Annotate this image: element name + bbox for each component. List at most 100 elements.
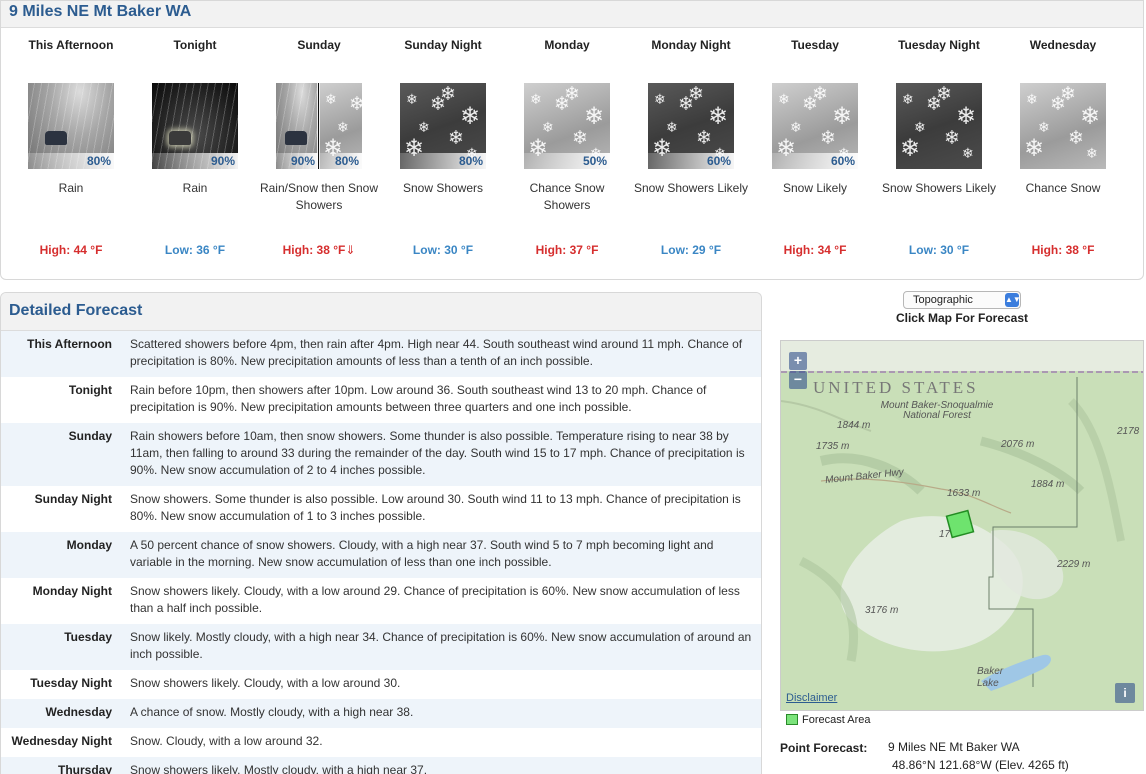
- detailed-period-text: Snow likely. Mostly cloudy, with a high …: [130, 630, 752, 661]
- low-temperature: Low: 29 °F: [629, 243, 753, 257]
- snowflake-icon: ❄: [900, 135, 921, 162]
- map-elevation-label: 2178: [1117, 426, 1140, 437]
- snowflake-icon: ❄: [802, 94, 818, 115]
- precip-chance: 80%: [400, 153, 486, 169]
- map-elevation-label: 2076 m: [1001, 439, 1035, 450]
- weather-icon[interactable]: 80%: [28, 83, 114, 169]
- snowflake-icon: ❄: [708, 103, 729, 130]
- forecast-period[interactable]: Tuesday Night ❄ ❄ ❄ ❄ ❄ ❄ ❄ ❄ Snow Showers Likely…: [877, 37, 1001, 257]
- weather-icon[interactable]: ❄❄❄❄❄❄❄❄80%: [400, 83, 486, 169]
- short-forecast: Snow Likely: [782, 181, 848, 195]
- forecast-period[interactable]: Wednesday ❄ ❄ ❄ ❄ ❄ ❄ ❄ ❄ Chance Snow High: 38 °F: [1001, 37, 1125, 257]
- short-forecast: Rain/Snow then Snow Showers: [259, 181, 379, 212]
- low-temperature: Low: 30 °F: [381, 243, 505, 257]
- forecast-area-legend-label: Forecast Area: [802, 714, 871, 726]
- forecast-map[interactable]: UNITED STATES Mount Baker-Snoqualmie Nat…: [780, 340, 1144, 711]
- snowflake-icon: ❄: [778, 91, 790, 107]
- weather-icon[interactable]: ❄❄❄❄❄❄❄❄60%: [772, 83, 858, 169]
- forecast-period[interactable]: Sunday Night❄❄❄❄❄❄❄❄80%Snow ShowersLow: …: [381, 37, 505, 257]
- detailed-forecast-panel: Detailed Forecast This Afternoon Scattere…: [0, 292, 762, 774]
- detailed-period-label: Tuesday Night: [30, 676, 112, 690]
- snowflake-icon: ❄: [944, 128, 960, 149]
- period-name: Monday: [544, 38, 590, 52]
- map-elevation-label: 1633 m: [947, 488, 981, 499]
- map-layer-select[interactable]: Topographic ▲▼: [903, 291, 1021, 309]
- detailed-forecast-title: Detailed Forecast: [9, 302, 143, 319]
- short-forecast: Rain: [58, 181, 84, 195]
- snowflake-icon: ❄: [448, 128, 464, 149]
- snowflake-icon: ❄: [1026, 91, 1038, 107]
- snow-scene-icon: ❄❄❄❄❄❄❄❄: [896, 83, 982, 169]
- detailed-forecast-row: Wednesday A chance of snow. Mostly cloudy…: [1, 699, 761, 728]
- temperature-value: High: 38 °F: [282, 243, 346, 257]
- detailed-period-text: Rain before 10pm, then showers after 10p…: [130, 383, 707, 414]
- precip-chance: 60%: [772, 153, 858, 169]
- forecast-period[interactable]: Monday❄❄❄❄❄❄❄❄50%Chance Snow ShowersHigh…: [505, 37, 629, 257]
- point-forecast-place: 9 Miles NE Mt Baker WA: [888, 740, 1020, 754]
- snowflake-icon: ❄: [902, 91, 914, 107]
- period-name: Tuesday: [791, 38, 839, 52]
- detailed-forecast-row: Sunday Rain showers before 10am, then sno…: [1, 423, 761, 486]
- snowflake-icon: ❄: [530, 91, 542, 107]
- map-zoom-controls: + −: [789, 352, 807, 390]
- snowflake-icon: ❄: [460, 103, 481, 130]
- high-temperature: High: 44 °F: [9, 243, 133, 257]
- map-disclaimer-link[interactable]: Disclaimer: [786, 692, 837, 704]
- zoom-in-button[interactable]: +: [789, 352, 807, 370]
- map-legend: Forecast Area: [786, 713, 870, 727]
- snowflake-icon: ❄: [914, 119, 926, 135]
- snowflake-icon: ❄: [1038, 119, 1050, 135]
- temperature-value: Low: 29 °F: [660, 243, 722, 257]
- detailed-period-text: A chance of snow. Mostly cloudy, with a …: [130, 705, 414, 719]
- detailed-forecast-row: Monday Night Snow showers likely. Cloudy,…: [1, 578, 761, 624]
- snowflake-icon: ❄: [1080, 103, 1101, 130]
- short-forecast: Snow Showers: [402, 181, 484, 195]
- detailed-forecast-row: Wednesday Night Snow. Cloudy, with a low …: [1, 728, 761, 757]
- low-temperature: Low: 36 °F: [133, 243, 257, 257]
- weather-icon[interactable]: 90%: [152, 83, 238, 169]
- high-temperature: High: 38 °F: [1001, 243, 1125, 257]
- forecast-period[interactable]: Tuesday❄❄❄❄❄❄❄❄60%Snow LikelyHigh: 34 °F: [753, 37, 877, 257]
- snowflake-icon: ❄: [554, 94, 570, 115]
- detailed-period-text: Scattered showers before 4pm, then rain …: [130, 337, 743, 368]
- weather-icon[interactable]: ❄ ❄ ❄ ❄ 90% 80%: [276, 83, 362, 169]
- car-icon: [285, 131, 307, 145]
- snowflake-icon: ❄: [962, 145, 974, 161]
- snowflake-icon: ❄: [572, 128, 588, 149]
- forecast-period[interactable]: Sunday ❄ ❄ ❄ ❄ 90% 80% Rain/Snow then Snow Show…: [257, 37, 381, 257]
- snowflake-icon: ❄: [832, 103, 853, 130]
- detailed-period-label: Sunday: [68, 429, 112, 443]
- snowflake-icon: ❄: [654, 91, 666, 107]
- precip-chance: 90%: [276, 153, 318, 169]
- snowflake-icon: ❄: [678, 94, 694, 115]
- weather-icon[interactable]: ❄❄❄❄❄❄❄❄50%: [524, 83, 610, 169]
- low-temperature: Low: 30 °F: [877, 243, 1001, 257]
- forecast-period[interactable]: Monday Night❄❄❄❄❄❄❄❄60%Snow Showers Like…: [629, 37, 753, 257]
- temperature-value: High: 38 °F: [1031, 243, 1095, 257]
- weather-icon[interactable]: ❄ ❄ ❄ ❄ ❄ ❄ ❄ ❄: [896, 83, 982, 169]
- detailed-period-label: Monday Night: [32, 584, 112, 598]
- precip-chance: 80%: [28, 153, 114, 169]
- precip-chance: 90%: [152, 153, 238, 169]
- period-name: Tuesday Night: [898, 38, 980, 52]
- seven-day-forecast-panel: 9 Miles NE Mt Baker WA This Afternoon 80%…: [0, 0, 1144, 280]
- car-icon: [45, 131, 67, 145]
- weather-icon[interactable]: ❄ ❄ ❄ ❄ ❄ ❄ ❄ ❄: [1020, 83, 1106, 169]
- select-arrows-icon: ▲▼: [1005, 293, 1021, 307]
- map-elevation-label: 1844 m: [837, 420, 871, 431]
- snowflake-icon: ❄: [926, 94, 942, 115]
- zoom-out-button[interactable]: −: [789, 371, 807, 389]
- location-title: 9 Miles NE Mt Baker WA: [9, 3, 192, 20]
- forecast-period[interactable]: This Afternoon 80% Rain High: 44 °F: [9, 37, 133, 257]
- detailed-period-text: A 50 percent chance of snow showers. Clo…: [130, 538, 714, 569]
- map-forest-label: Mount Baker-Snoqualmie National Forest: [880, 400, 994, 421]
- snowflake-icon: ❄: [418, 119, 430, 135]
- forecast-period[interactable]: Tonight 90% Rain Low: 36 °F: [133, 37, 257, 257]
- short-forecast: Chance Snow: [1025, 181, 1101, 195]
- map-info-button[interactable]: i: [1115, 683, 1135, 703]
- detailed-period-text: Snow showers. Some thunder is also possi…: [130, 492, 741, 523]
- weather-icon[interactable]: ❄❄❄❄❄❄❄❄60%: [648, 83, 734, 169]
- detailed-period-text: Snow showers likely. Cloudy, with a low …: [130, 676, 401, 690]
- detailed-period-label: Wednesday Night: [11, 734, 112, 748]
- precip-chance: 60%: [648, 153, 734, 169]
